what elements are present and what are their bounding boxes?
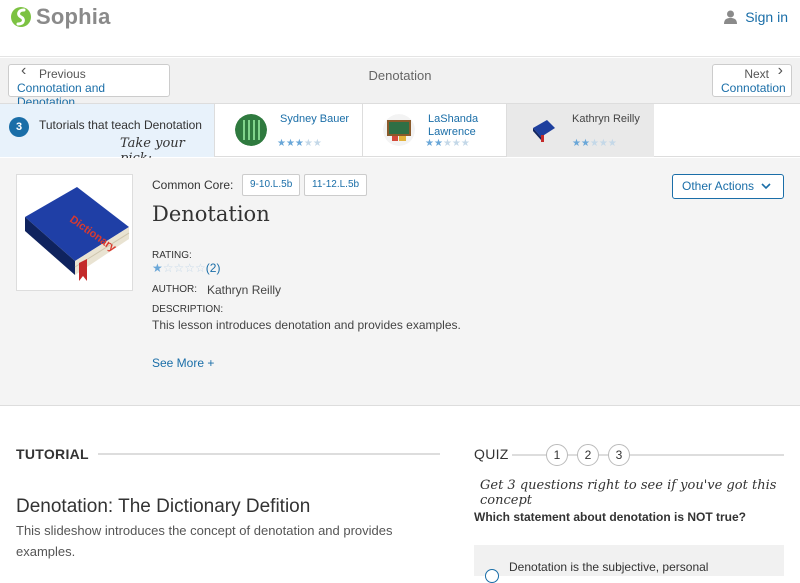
quiz-answer-option[interactable]: Denotation is the subjective, personal	[474, 545, 784, 583]
answer-text: Denotation is the subjective, personal	[509, 560, 709, 574]
user-icon	[724, 10, 738, 24]
quiz-question: Which statement about denotation is NOT …	[474, 510, 747, 524]
next-button[interactable]: Next Connotation	[712, 64, 792, 97]
tutorial-thumbnail-icon	[383, 114, 415, 146]
tutorial-author-name: LaShanda Lawrence	[428, 113, 479, 138]
rating-label: RATING:	[152, 250, 192, 261]
star-icon: ☆☆☆☆	[162, 261, 206, 275]
quiz-question-number[interactable]: 3	[608, 444, 630, 466]
next-lesson-link[interactable]: Connotation	[721, 81, 786, 95]
tutorial-thumbnail-icon	[235, 114, 267, 146]
tutorial-picker-label: Tutorials that teach Denotation	[39, 118, 202, 132]
nav-title: Denotation	[368, 68, 432, 83]
author-name: Kathryn Reilly	[207, 283, 282, 297]
sophia-logo[interactable]: Sophia	[10, 4, 111, 30]
quiz-question-number[interactable]: 2	[577, 444, 599, 466]
tutorial-title: Denotation: The Dictionary Defition	[16, 496, 311, 517]
description-label: DESCRIPTION:	[152, 304, 224, 315]
tutorial-picker-intro: 3 Tutorials that teach Denotation Take y…	[0, 104, 214, 166]
chevron-down-icon	[761, 183, 771, 190]
other-actions-label: Other Actions	[682, 179, 755, 193]
tutorial-rating-stars: ★★★★★	[572, 138, 617, 149]
quiz-question-number[interactable]: 1	[546, 444, 568, 466]
tutorial-thumbnail-icon	[527, 114, 559, 146]
tutorial-card[interactable]: LaShanda Lawrence ★★★★★	[362, 104, 510, 157]
quiz-instructions: Get 3 questions right to see if you've g…	[480, 478, 777, 508]
tutorial-description: This slideshow introduces the concept of…	[16, 523, 393, 559]
author-label: AUTHOR:	[152, 284, 197, 295]
tutorial-author-name: Kathryn Reilly	[572, 113, 640, 125]
dictionary-book-icon: Dictionary	[25, 187, 130, 281]
quiz-heading: QUIZ	[474, 446, 509, 462]
divider	[98, 453, 440, 455]
tutorial-card[interactable]: Sydney Bauer ★★★★★	[214, 104, 362, 157]
tutorial-rating-stars: ★★★★★	[425, 138, 470, 149]
brand-name: Sophia	[36, 4, 111, 29]
tutorial-count-badge: 3	[9, 117, 29, 137]
common-core-label: Common Core:	[152, 178, 234, 192]
common-core-tag[interactable]: 9-10.L.5b	[242, 174, 301, 196]
answer-radio[interactable]	[485, 569, 499, 583]
tutorial-author-name: Sydney Bauer	[280, 113, 350, 125]
rating-count: (2)	[205, 261, 221, 275]
lesson-cover-image: Dictionary	[16, 174, 133, 291]
tutorial-card-selected[interactable]: Kathryn Reilly ★★★★★	[506, 104, 654, 157]
tutorial-picker: 3 Tutorials that teach Denotation Take y…	[0, 104, 800, 166]
top-bar: Sophia Sign in	[0, 0, 800, 57]
tutorial-heading: TUTORIAL	[16, 446, 89, 462]
common-core-tag[interactable]: 11-12.L.5b	[304, 174, 368, 196]
see-more-link[interactable]: See More +	[152, 356, 214, 370]
sophia-logo-icon	[11, 7, 31, 27]
sign-in-label: Sign in	[745, 9, 788, 25]
next-label: Next	[721, 64, 783, 81]
lesson-navigation: Previous Connotation and Denotation Deno…	[0, 58, 800, 109]
lesson-description: This lesson introduces denotation and pr…	[152, 318, 461, 332]
lesson-title: Denotation	[152, 202, 270, 226]
tutorial-rating-stars: ★★★★★	[277, 138, 322, 149]
other-actions-dropdown[interactable]: Other Actions	[672, 174, 784, 199]
lesson-rating[interactable]: ★☆☆☆☆(2)	[152, 261, 220, 275]
sign-in-link[interactable]: Sign in	[724, 9, 788, 25]
star-icon: ★	[152, 261, 163, 275]
lesson-details-panel: Dictionary Common Core: 9-10.L.5b 11-12.…	[0, 158, 800, 406]
